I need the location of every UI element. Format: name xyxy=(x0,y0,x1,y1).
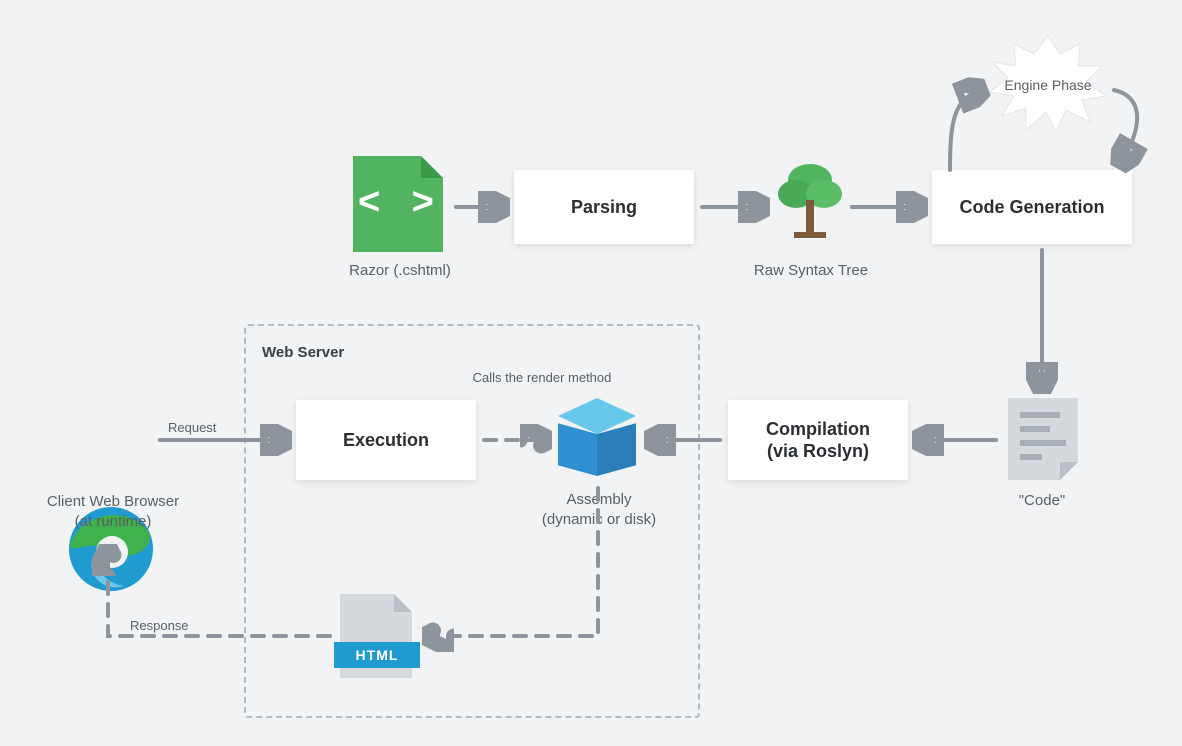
edge-request-label: Request xyxy=(168,420,216,435)
stage-codegen-label: Code Generation xyxy=(959,196,1104,219)
engine-phase-burst: Engine Phase xyxy=(978,30,1118,140)
stage-execution-label: Execution xyxy=(343,429,429,452)
browser-label1: Client Web Browser xyxy=(47,493,179,510)
engine-phase-label: Engine Phase xyxy=(978,30,1118,140)
stage-execution: Execution xyxy=(296,400,476,480)
assembly-label1: Assembly xyxy=(566,491,631,508)
edge-response-label: Response xyxy=(130,618,189,633)
code-doc-icon xyxy=(1008,398,1078,480)
assembly-cube-icon xyxy=(558,398,636,476)
razor-file-label: Razor (.cshtml) xyxy=(330,262,470,279)
stage-parsing-label: Parsing xyxy=(571,196,637,219)
syntax-tree-label: Raw Syntax Tree xyxy=(750,262,872,279)
stage-codegen: Code Generation xyxy=(932,170,1132,244)
stage-compilation: Compilation (via Roslyn) xyxy=(728,400,908,480)
calls-note: Calls the render method xyxy=(442,370,642,385)
syntax-tree-icon xyxy=(778,160,842,244)
stage-compilation-label1: Compilation xyxy=(766,418,870,441)
browser-label2: (at runtime) xyxy=(75,513,152,530)
webserver-group-label: Web Server xyxy=(262,344,344,361)
assembly-label2: (dynamic or disk) xyxy=(542,511,656,528)
code-doc-label: "Code" xyxy=(992,492,1092,509)
html-file-icon: HTML xyxy=(340,594,412,678)
html-file-band: HTML xyxy=(334,642,420,668)
browser-label: Client Web Browser (at runtime) xyxy=(36,492,190,531)
assembly-label: Assembly (dynamic or disk) xyxy=(520,490,678,529)
stage-compilation-label2: (via Roslyn) xyxy=(767,440,869,463)
diagram-canvas: { "diagram": { "nodes": { "razor_file": … xyxy=(0,0,1182,746)
stage-parsing: Parsing xyxy=(514,170,694,244)
razor-file-icon: < > xyxy=(353,156,443,252)
